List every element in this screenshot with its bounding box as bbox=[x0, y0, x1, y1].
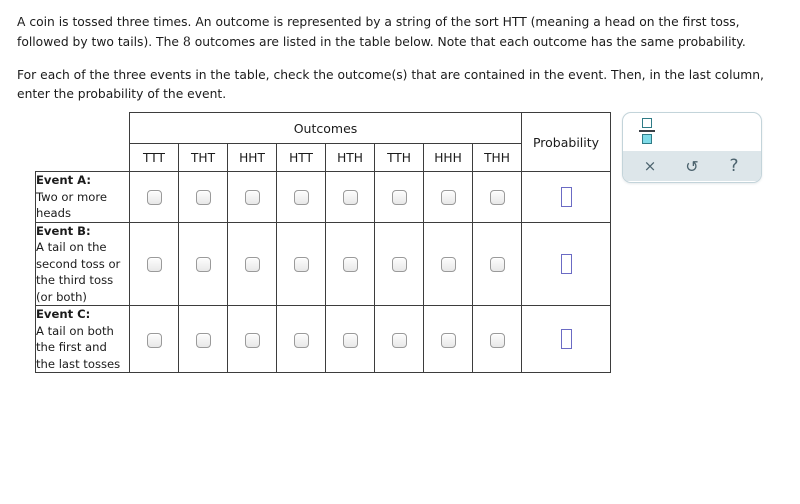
checkbox-event-c-hth[interactable] bbox=[342, 332, 358, 348]
cell-event-c-hht[interactable] bbox=[227, 305, 277, 373]
probability-input-event-a[interactable] bbox=[560, 187, 572, 207]
checkbox-event-a-tht[interactable] bbox=[195, 190, 211, 206]
checkbox-event-a-htt[interactable] bbox=[293, 190, 309, 206]
cell-event-c-hth[interactable] bbox=[325, 305, 375, 373]
cell-event-b-tth[interactable] bbox=[374, 221, 424, 306]
math-widget-toolbar: × ↺ ? bbox=[623, 151, 761, 181]
fraction-icon[interactable] bbox=[639, 117, 657, 147]
checkbox-event-b-htt[interactable] bbox=[293, 257, 309, 273]
math-widget-palette bbox=[623, 113, 761, 151]
cell-event-a-tth[interactable] bbox=[374, 171, 424, 223]
header-corner-blank bbox=[35, 112, 130, 144]
event-a-label: Event A: Two or more heads bbox=[35, 171, 130, 223]
outcomes-table: Outcomes Probability TTT THT HHT HTT HTH… bbox=[35, 112, 611, 373]
cell-event-a-hhh[interactable] bbox=[423, 171, 473, 223]
checkbox-event-c-hhh[interactable] bbox=[440, 332, 456, 348]
event-b-title: Event B: bbox=[36, 223, 91, 238]
cell-event-b-probability[interactable] bbox=[521, 221, 611, 306]
fraction-numerator-box bbox=[642, 118, 652, 128]
cell-event-b-hhh[interactable] bbox=[423, 221, 473, 306]
probability-header: Probability bbox=[521, 112, 611, 172]
fraction-bar bbox=[639, 130, 655, 133]
checkbox-event-c-thh[interactable] bbox=[489, 332, 505, 348]
cell-event-c-htt[interactable] bbox=[276, 305, 326, 373]
event-c-label: Event C: A tail on both the first and th… bbox=[35, 305, 130, 373]
checkbox-event-a-hth[interactable] bbox=[342, 190, 358, 206]
table-row: Event A: Two or more heads bbox=[35, 171, 611, 223]
checkbox-event-c-tht[interactable] bbox=[195, 332, 211, 348]
checkbox-event-c-hht[interactable] bbox=[244, 332, 260, 348]
probability-input-event-b[interactable] bbox=[560, 254, 572, 274]
checkbox-event-b-tht[interactable] bbox=[195, 257, 211, 273]
cell-event-b-ttt[interactable] bbox=[129, 221, 179, 306]
cell-event-c-tth[interactable] bbox=[374, 305, 424, 373]
close-icon[interactable]: × bbox=[635, 154, 665, 178]
checkbox-event-a-tth[interactable] bbox=[391, 190, 407, 206]
instruction-paragraph-1: A coin is tossed three times. An outcome… bbox=[17, 13, 787, 52]
event-b-description: A tail on the second toss or the third t… bbox=[36, 240, 121, 304]
cell-event-b-hht[interactable] bbox=[227, 221, 277, 306]
probability-input-event-c[interactable] bbox=[560, 329, 572, 350]
instructions-block: A coin is tossed three times. An outcome… bbox=[17, 13, 787, 118]
cell-event-a-ttt[interactable] bbox=[129, 171, 179, 223]
cell-event-a-htt[interactable] bbox=[276, 171, 326, 223]
cell-event-a-hth[interactable] bbox=[325, 171, 375, 223]
checkbox-event-a-hht[interactable] bbox=[244, 190, 260, 206]
column-header-thh: THH bbox=[472, 143, 522, 172]
checkbox-event-c-ttt[interactable] bbox=[146, 332, 162, 348]
event-a-description: Two or more heads bbox=[36, 189, 107, 221]
table-header: Outcomes Probability TTT THT HHT HTT HTH… bbox=[35, 112, 611, 172]
checkbox-event-b-tth[interactable] bbox=[391, 257, 407, 273]
outcome-count: 8 bbox=[182, 34, 191, 49]
table-header-row-group: Outcomes Probability bbox=[35, 112, 611, 172]
cell-event-c-probability[interactable] bbox=[521, 305, 611, 373]
cell-event-c-hhh[interactable] bbox=[423, 305, 473, 373]
cell-event-c-thh[interactable] bbox=[472, 305, 522, 373]
checkbox-event-c-htt[interactable] bbox=[293, 332, 309, 348]
cell-event-c-tht[interactable] bbox=[178, 305, 228, 373]
cell-event-c-ttt[interactable] bbox=[129, 305, 179, 373]
cell-event-a-thh[interactable] bbox=[472, 171, 522, 223]
undo-icon[interactable]: ↺ bbox=[677, 154, 707, 178]
event-c-title: Event C: bbox=[36, 307, 91, 321]
event-a-title: Event A: bbox=[36, 173, 91, 187]
checkbox-event-b-hhh[interactable] bbox=[440, 257, 456, 273]
checkbox-event-b-thh[interactable] bbox=[489, 257, 505, 273]
instruction-p1-part2: outcomes are listed in the table below. … bbox=[190, 35, 746, 49]
column-header-htt: HTT bbox=[276, 143, 326, 172]
column-header-hhh: HHH bbox=[423, 143, 473, 172]
math-tool-widget: × ↺ ? bbox=[622, 112, 762, 183]
cell-event-b-tht[interactable] bbox=[178, 221, 228, 306]
checkbox-event-c-tth[interactable] bbox=[391, 332, 407, 348]
table-row: Event C: A tail on both the first and th… bbox=[35, 305, 611, 373]
cell-event-b-thh[interactable] bbox=[472, 221, 522, 306]
cell-event-a-probability[interactable] bbox=[521, 171, 611, 223]
event-c-description: A tail on both the first and the last to… bbox=[36, 323, 121, 371]
checkbox-event-a-ttt[interactable] bbox=[146, 190, 162, 206]
checkbox-event-b-hht[interactable] bbox=[244, 257, 260, 273]
checkbox-event-a-hhh[interactable] bbox=[440, 190, 456, 206]
table-row: Event B: A tail on the second toss or th… bbox=[35, 221, 611, 306]
instruction-paragraph-2: For each of the three events in the tabl… bbox=[17, 68, 764, 101]
checkbox-event-b-hth[interactable] bbox=[342, 257, 358, 273]
cell-event-a-hht[interactable] bbox=[227, 171, 277, 223]
column-header-hht: HHT bbox=[227, 143, 277, 172]
column-header-tth: TTH bbox=[374, 143, 424, 172]
column-header-hth: HTH bbox=[325, 143, 375, 172]
column-header-tht: THT bbox=[178, 143, 228, 172]
checkbox-event-a-thh[interactable] bbox=[489, 190, 505, 206]
table-body: Event A: Two or more heads Event B: A ta… bbox=[35, 171, 611, 373]
outcomes-table-container: Outcomes Probability TTT THT HHT HTT HTH… bbox=[35, 112, 611, 373]
help-icon[interactable]: ? bbox=[719, 154, 749, 178]
header-corner-blank-2 bbox=[35, 143, 130, 172]
checkbox-event-b-ttt[interactable] bbox=[146, 257, 162, 273]
cell-event-b-hth[interactable] bbox=[325, 221, 375, 306]
outcomes-group-header: Outcomes bbox=[129, 112, 522, 144]
fraction-denominator-box bbox=[642, 134, 652, 144]
event-b-label: Event B: A tail on the second toss or th… bbox=[35, 221, 130, 306]
cell-event-b-htt[interactable] bbox=[276, 221, 326, 306]
cell-event-a-tht[interactable] bbox=[178, 171, 228, 223]
column-header-ttt: TTT bbox=[129, 143, 179, 172]
